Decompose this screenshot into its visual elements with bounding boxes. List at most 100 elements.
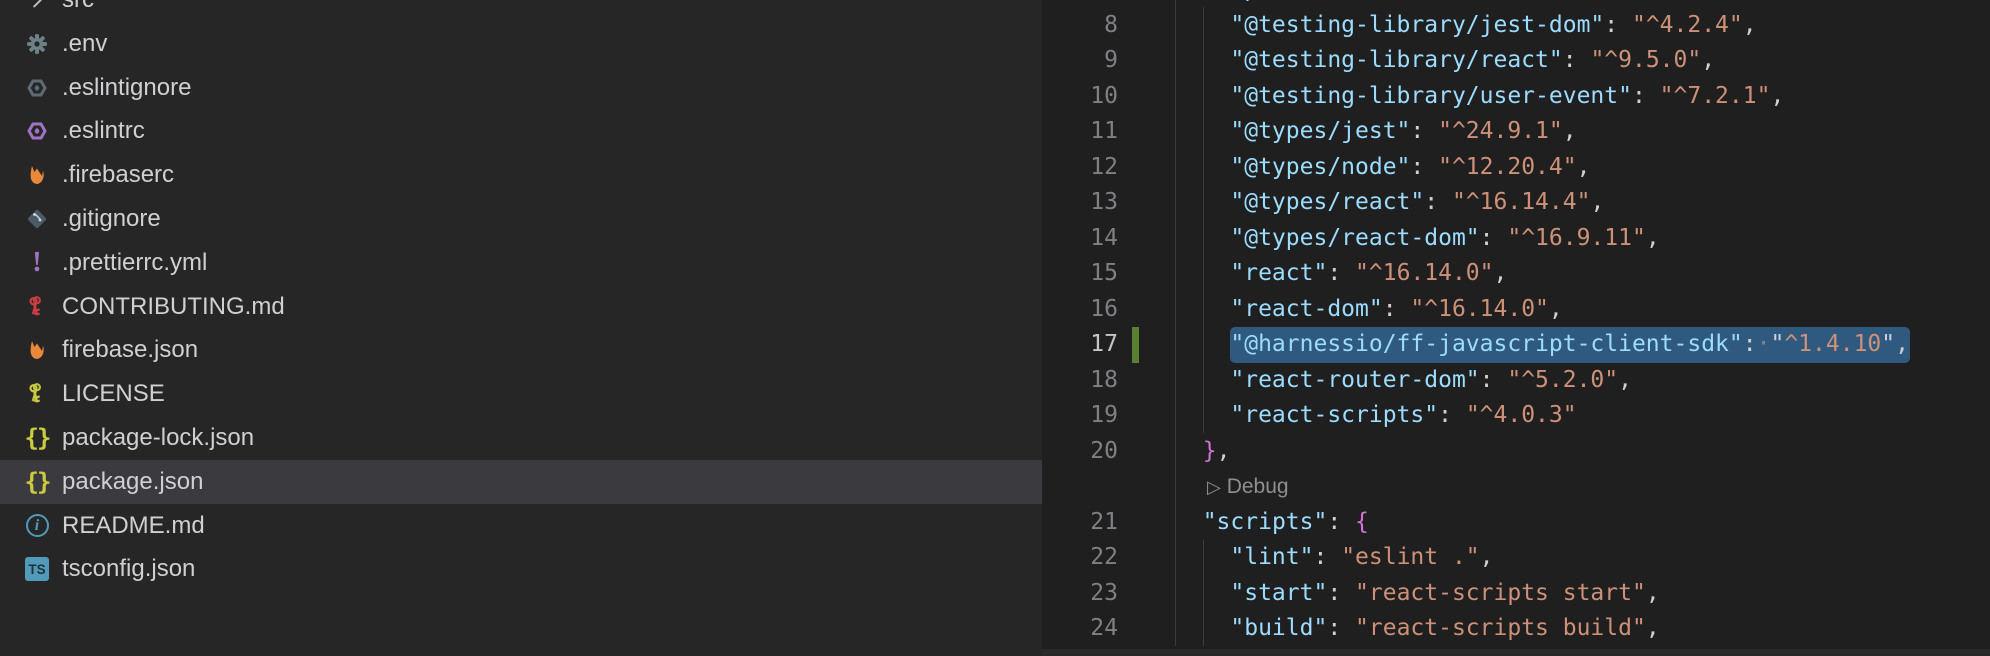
- line-number-17[interactable]: 17: [1042, 327, 1118, 363]
- sidebar-item-firebaserc[interactable]: .firebaserc: [0, 153, 1042, 197]
- line-number-22[interactable]: 22: [1042, 540, 1118, 576]
- json-value: "react-scripts build": [1355, 615, 1646, 641]
- code-line-16[interactable]: 16 "react-dom": "^16.14.0",: [1042, 292, 1990, 328]
- sidebar-item-prettierrc-yml[interactable]: !.prettierrc.yml: [0, 241, 1042, 285]
- eslint-hexagon-icon: [22, 66, 52, 110]
- code-line-12[interactable]: 12 "@types/node": "^12.20.4",: [1042, 150, 1990, 186]
- ts-badge-icon: TS: [22, 547, 52, 591]
- json-key: "@testing-library/jest-dom": [1230, 12, 1604, 38]
- line-number-12[interactable]: 12: [1042, 150, 1118, 186]
- line-number-11[interactable]: 11: [1042, 114, 1118, 150]
- line-number-21[interactable]: 21: [1042, 505, 1118, 541]
- keys-icon: [22, 285, 52, 329]
- sidebar-item-eslintrc[interactable]: .eslintrc: [0, 109, 1042, 153]
- json-value: "^5.2.0": [1507, 367, 1618, 393]
- json-value: "^16.14.0": [1355, 260, 1493, 286]
- file-label: .gitignore: [62, 197, 161, 241]
- sidebar-item-tsconfig-json[interactable]: TStsconfig.json: [0, 547, 1042, 591]
- json-value: "^9.5.0": [1590, 47, 1701, 73]
- play-outline-icon: ▷: [1207, 477, 1221, 497]
- file-label: .eslintrc: [62, 109, 145, 153]
- line-number-24[interactable]: 24: [1042, 611, 1118, 647]
- sidebar-item-license[interactable]: LICENSE: [0, 372, 1042, 416]
- line-number-14[interactable]: 14: [1042, 221, 1118, 257]
- sidebar-item-contributing-md[interactable]: CONTRIBUTING.md: [0, 285, 1042, 329]
- comma: ,: [1743, 12, 1757, 38]
- comma: ,: [1549, 296, 1563, 322]
- line-number-18[interactable]: 18: [1042, 363, 1118, 399]
- code-line-23[interactable]: 23 "start": "react-scripts start",: [1042, 576, 1990, 612]
- sidebar-item-readme-md[interactable]: iREADME.md: [0, 504, 1042, 548]
- colon: :: [1383, 296, 1411, 322]
- sidebar-item-package-json[interactable]: {}package.json: [0, 460, 1042, 504]
- sidebar-item-firebase-json[interactable]: firebase.json: [0, 328, 1042, 372]
- code-line-15[interactable]: 15 "react": "^16.14.0",: [1042, 256, 1990, 292]
- codelens-label: Debug: [1227, 475, 1289, 498]
- editor-pane[interactable]: "dependencies": {8 "@testing-library/jes…: [1042, 0, 1990, 656]
- comma: ,: [1770, 83, 1784, 109]
- json-value: "^16.14.0": [1410, 296, 1548, 322]
- gear-icon: [22, 22, 52, 66]
- json-value: ^1.4.10: [1784, 331, 1881, 357]
- sidebar-item-gitignore[interactable]: .gitignore: [0, 197, 1042, 241]
- sidebar-item-src[interactable]: src: [0, 0, 1042, 22]
- json-braces-icon: {}: [22, 460, 52, 504]
- sidebar-item-package-lock-json[interactable]: {}package-lock.json: [0, 416, 1042, 460]
- comma: ,: [1480, 544, 1494, 570]
- line-number-15[interactable]: 15: [1042, 256, 1118, 292]
- json-key: "scripts": [1203, 509, 1328, 535]
- comma: ,: [1577, 154, 1591, 180]
- comma: ,: [1563, 118, 1577, 144]
- line-number-19[interactable]: 19: [1042, 398, 1118, 434]
- codelens-debug-link[interactable]: ▷ Debug: [1207, 469, 1289, 505]
- info-circle-icon: i: [22, 504, 52, 548]
- line-number-8[interactable]: 8: [1042, 8, 1118, 44]
- code-line-9[interactable]: 9 "@testing-library/react": "^9.5.0",: [1042, 43, 1990, 79]
- code-line-10[interactable]: 10 "@testing-library/user-event": "^7.2.…: [1042, 79, 1990, 115]
- code-line-text: "react-router-dom": "^5.2.0",: [1175, 363, 1632, 399]
- code-line-20[interactable]: 20 },: [1042, 434, 1990, 470]
- code-line-17[interactable]: 17 "@harnessio/ff-javascript-client-sdk"…: [1042, 327, 1990, 363]
- code-line-18[interactable]: 18 "react-router-dom": "^5.2.0",: [1042, 363, 1990, 399]
- sidebar-item-eslintignore[interactable]: .eslintignore: [0, 66, 1042, 110]
- line-number-10[interactable]: 10: [1042, 79, 1118, 115]
- code-line-text: "@types/jest": "^24.9.1",: [1175, 114, 1577, 150]
- line-number-23[interactable]: 23: [1042, 576, 1118, 612]
- colon: :: [1480, 367, 1508, 393]
- json-key: "@types/jest": [1230, 118, 1410, 144]
- colon: :: [1743, 331, 1757, 357]
- line-number-16[interactable]: 16: [1042, 292, 1118, 328]
- file-label: CONTRIBUTING.md: [62, 285, 285, 329]
- code-line-14[interactable]: 14 "@types/react-dom": "^16.9.11",: [1042, 221, 1990, 257]
- colon: :: [1327, 580, 1355, 606]
- json-key: "@types/react": [1230, 189, 1424, 215]
- line-number-20[interactable]: 20: [1042, 434, 1118, 470]
- firebase-flame-icon: [22, 328, 52, 372]
- line-number-9[interactable]: 9: [1042, 43, 1118, 79]
- sidebar-item-env[interactable]: .env: [0, 22, 1042, 66]
- git-modified-gutter-bar: [1132, 327, 1139, 363]
- code-line-22[interactable]: 22 "lint": "eslint .",: [1042, 540, 1990, 576]
- code-line-8[interactable]: 8 "@testing-library/jest-dom": "^4.2.4",: [1042, 8, 1990, 44]
- code-line-21[interactable]: 21 "scripts": {: [1042, 505, 1990, 541]
- code-line-11[interactable]: 11 "@types/jest": "^24.9.1",: [1042, 114, 1990, 150]
- code-line-text: "react-scripts": "^4.0.3": [1175, 398, 1577, 434]
- colon: :: [1604, 12, 1632, 38]
- colon: :: [1563, 47, 1591, 73]
- json-value: "^4.2.4": [1632, 12, 1743, 38]
- json-key: "dependencies": [1203, 0, 1397, 2]
- json-key: "react-scripts": [1230, 402, 1438, 428]
- code-line-24[interactable]: 24 "build": "react-scripts build",: [1042, 611, 1990, 647]
- json-value: "^7.2.1": [1660, 83, 1771, 109]
- json-value: "^12.20.4": [1438, 154, 1576, 180]
- code-line-13[interactable]: 13 "@types/react": "^16.14.4",: [1042, 185, 1990, 221]
- code-line-19[interactable]: 19 "react-scripts": "^4.0.3": [1042, 398, 1990, 434]
- whitespace-dot: ·: [1757, 331, 1771, 357]
- prettier-exclamation-icon: !: [22, 241, 52, 285]
- line-number-13[interactable]: 13: [1042, 185, 1118, 221]
- json-key: "build": [1230, 615, 1327, 641]
- json-key: "@testing-library/react": [1230, 47, 1562, 73]
- file-label: README.md: [62, 504, 205, 548]
- code-line-text: "@testing-library/jest-dom": "^4.2.4",: [1175, 8, 1757, 44]
- explorer-sidebar: src.env.eslintignore.eslintrc.firebaserc…: [0, 0, 1042, 656]
